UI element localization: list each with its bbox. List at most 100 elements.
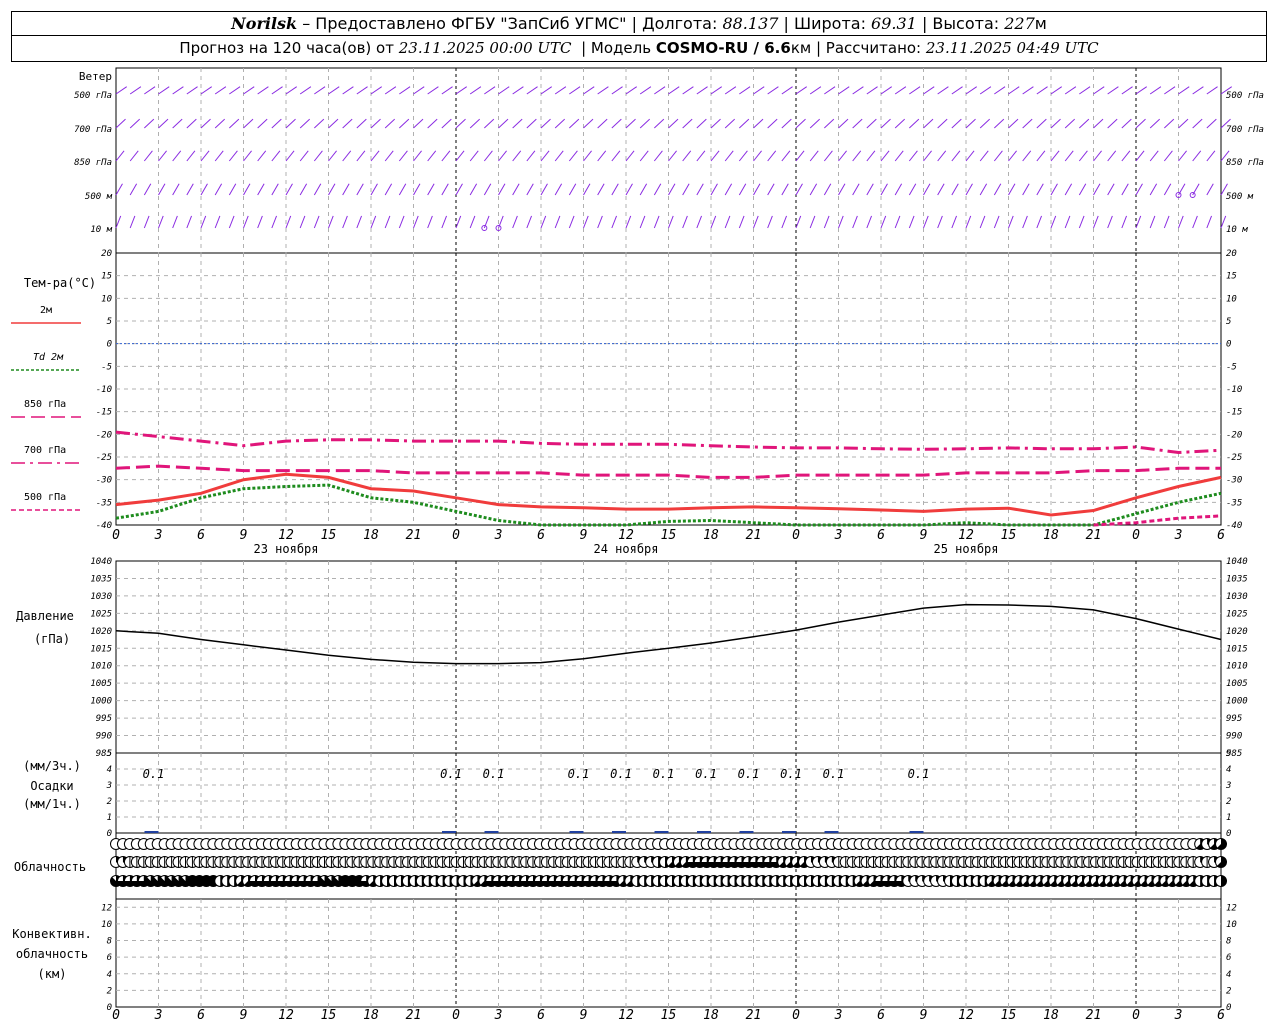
wind-barb xyxy=(540,215,547,229)
prec-ytick-right: 0 xyxy=(1226,829,1231,839)
wind-barb xyxy=(993,215,1000,229)
wind-barb xyxy=(1050,215,1057,229)
wind-barb xyxy=(526,86,538,95)
wind-barb xyxy=(809,215,816,229)
prec-ytick-left: 1 xyxy=(107,813,112,823)
wind-barb xyxy=(852,215,858,229)
conv-hour-label: 12 xyxy=(958,1008,974,1023)
conv-ytick-right: 8 xyxy=(1226,937,1231,947)
conv-hour-label: 0 xyxy=(452,1008,460,1023)
wind-barb xyxy=(1164,86,1176,95)
prec-ytick-left: 0 xyxy=(107,829,112,839)
wind-barb xyxy=(342,183,350,196)
temp-ytick-left: -5 xyxy=(101,362,112,372)
wind-barb xyxy=(923,86,935,95)
wind-barb xyxy=(115,86,128,95)
wind-barb xyxy=(512,150,522,162)
conv-ytick-left: 10 xyxy=(101,920,112,930)
wind-barb xyxy=(313,150,323,162)
wind-barb xyxy=(200,150,210,162)
wind-barb xyxy=(186,118,197,129)
wind-barb xyxy=(398,215,405,229)
temp-ytick-right: 10 xyxy=(1226,294,1237,304)
wind-barb xyxy=(158,86,170,95)
temp-hour-label: 18 xyxy=(1043,528,1059,543)
wind-barb xyxy=(427,118,438,129)
wind-barb xyxy=(342,150,352,162)
wind-barb xyxy=(370,183,378,196)
wind-barb xyxy=(937,86,949,95)
wind-barb xyxy=(214,86,227,95)
temp-hour-label: 6 xyxy=(1217,528,1225,543)
wind-barb xyxy=(1149,118,1161,129)
wind-barb xyxy=(1121,215,1128,229)
wind-barb xyxy=(1008,150,1017,162)
wind-barb xyxy=(710,183,718,196)
wind-barb xyxy=(1192,183,1200,196)
wind-barb xyxy=(894,150,904,162)
wind-barb xyxy=(880,183,888,196)
wind-barb xyxy=(172,118,183,129)
wind-barb xyxy=(498,86,510,95)
wind-barb xyxy=(413,183,421,196)
temp-hour-label: 21 xyxy=(406,528,422,543)
day-label: 25 ноября xyxy=(933,542,998,556)
prec-ytick-left: 4 xyxy=(107,765,112,775)
wind-barb xyxy=(1093,150,1102,162)
wind-barb xyxy=(951,86,963,95)
pres-ylabel: (гПа) xyxy=(34,632,70,646)
prec-ytick-right: 4 xyxy=(1226,765,1231,775)
wind-barb xyxy=(838,150,847,162)
wind-barb xyxy=(342,86,354,95)
wind-barb xyxy=(781,183,789,196)
wind-barb xyxy=(1163,183,1172,196)
wind-barb xyxy=(823,118,835,129)
temp-hour-label: 18 xyxy=(363,528,379,543)
wind-barb xyxy=(554,118,566,129)
wind-barb xyxy=(1121,86,1133,95)
wind-barb xyxy=(143,215,150,229)
wind-barb xyxy=(398,150,408,162)
wind-barb xyxy=(1135,118,1146,129)
prec-bar xyxy=(739,831,754,833)
wind-barb xyxy=(158,215,164,229)
wind-barb xyxy=(653,118,665,129)
wind-barb xyxy=(483,150,493,162)
wind-barb xyxy=(767,150,777,162)
prec-value-label: 0.1 xyxy=(610,767,632,781)
pres-ytick-left: 1010 xyxy=(90,662,112,672)
wind-barb xyxy=(753,118,764,129)
wind-barb xyxy=(1022,86,1034,95)
wind-barb xyxy=(271,215,278,229)
wind-barb xyxy=(951,118,962,129)
wind-level-left: 10 м xyxy=(90,225,112,235)
day-label: 23 ноября xyxy=(253,542,318,556)
wind-barb xyxy=(880,215,887,229)
pres-ytick-left: 1020 xyxy=(90,627,112,637)
wind-barb xyxy=(1064,150,1074,162)
wind-barb xyxy=(115,215,122,229)
wind-barb xyxy=(597,86,609,95)
conv-hour-label: 6 xyxy=(877,1008,885,1023)
wind-barb xyxy=(1078,215,1085,229)
wind-barb xyxy=(583,215,589,229)
wind-barb xyxy=(328,118,339,129)
prec-bar xyxy=(442,831,456,833)
wind-barb xyxy=(228,118,240,129)
wind-barb xyxy=(243,183,251,196)
wind-barb xyxy=(852,150,862,162)
prec-bar xyxy=(654,831,669,833)
wind-barb xyxy=(1135,150,1145,162)
prec-value-label: 0.1 xyxy=(653,767,675,781)
wind-barb xyxy=(498,118,509,129)
wind-barb xyxy=(512,86,524,95)
wind-barb xyxy=(1093,183,1101,196)
wind-barb xyxy=(979,86,992,95)
wind-barb xyxy=(753,150,762,162)
wind-barb xyxy=(1107,183,1115,196)
conv-hour-label: 21 xyxy=(406,1008,422,1023)
wind-barb xyxy=(823,215,830,229)
wind-barb xyxy=(1192,215,1198,229)
wind-barb xyxy=(342,215,348,229)
wind-barb xyxy=(1050,183,1058,196)
